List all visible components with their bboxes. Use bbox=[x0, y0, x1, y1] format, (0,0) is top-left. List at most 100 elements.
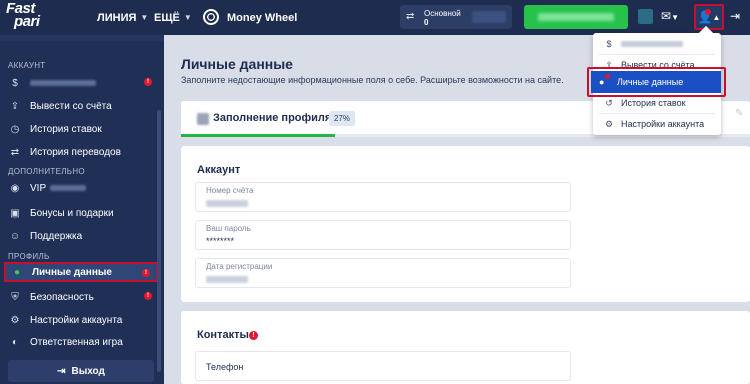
gear-icon: ⚙ bbox=[10, 314, 20, 326]
progress-title: Заполнение профиля bbox=[213, 112, 332, 124]
gift-icon: ▣ bbox=[10, 207, 20, 219]
deposit-button[interactable] bbox=[524, 5, 628, 29]
balance-value: 0 bbox=[424, 18, 429, 27]
chevron-up-icon: ▲ bbox=[712, 12, 721, 22]
account-number-field[interactable]: Номер счёта bbox=[195, 182, 571, 212]
nav-line[interactable]: ЛИНИЯ ▼ bbox=[97, 0, 148, 35]
sidebar-item-label: История переводов bbox=[30, 146, 121, 158]
logo[interactable]: Fast pari bbox=[6, 1, 68, 32]
balance-widget[interactable]: ⇄ Основной 0 bbox=[400, 5, 512, 29]
logout-icon[interactable]: ⇥ bbox=[730, 9, 740, 23]
dropdown-item-balance[interactable]: $ bbox=[599, 35, 717, 53]
sidebar-item-label: Бонусы и подарки bbox=[30, 207, 114, 219]
progress-fill bbox=[181, 134, 335, 137]
logo-line2: pari bbox=[14, 13, 40, 30]
password-field[interactable]: Ваш пароль ******** bbox=[195, 220, 571, 250]
sidebar-item-support[interactable]: ☺ Поддержка bbox=[8, 226, 158, 246]
sidebar: АККАУНТ $ ! ⇪ Вывести со счёта ◷ История… bbox=[0, 35, 164, 384]
chevron-down-icon: ▼ bbox=[671, 13, 679, 22]
money-wheel-label: Money Wheel bbox=[227, 11, 298, 24]
edit-icon[interactable]: ✎ bbox=[735, 108, 743, 119]
blurred-text bbox=[621, 41, 683, 47]
money-wheel-link[interactable]: Money Wheel bbox=[227, 0, 297, 35]
user-icon: ● bbox=[599, 74, 611, 87]
sidebar-top-strip bbox=[0, 35, 164, 41]
support-icon: ☺ bbox=[9, 230, 21, 242]
sidebar-item-bonuses[interactable]: ▣ Бонусы и подарки bbox=[8, 203, 158, 223]
profile-avatar-blurred bbox=[197, 113, 209, 125]
history-icon: ↺ bbox=[605, 97, 613, 108]
dropdown-item-label: История ставок bbox=[621, 98, 686, 108]
logout-button[interactable]: ⇥ Выход bbox=[8, 360, 154, 382]
mail-button[interactable]: ✉▼ bbox=[661, 9, 679, 23]
sidebar-item-bet-history[interactable]: ◷ История ставок bbox=[8, 119, 158, 139]
mail-icon: ✉ bbox=[661, 9, 672, 23]
sidebar-item-label: Безопасность bbox=[30, 291, 94, 303]
chevron-down-icon: ▼ bbox=[183, 13, 192, 22]
divider bbox=[599, 113, 715, 114]
sidebar-scrollbar[interactable] bbox=[157, 110, 161, 372]
sidebar-item-transfer-history[interactable]: ⇄ История переводов bbox=[8, 142, 158, 162]
refresh-icon[interactable]: ⇄ bbox=[406, 11, 414, 22]
nav-line-label: ЛИНИЯ bbox=[97, 11, 137, 24]
sidebar-item-responsible-gaming[interactable]: ◐ Ответственная игра bbox=[8, 332, 158, 352]
password-label: Ваш пароль bbox=[206, 224, 251, 233]
section-title-profile: ПРОФИЛЬ bbox=[8, 252, 50, 261]
section-title-account: АККАУНТ bbox=[8, 61, 46, 70]
blurred-cashback bbox=[50, 185, 87, 191]
user-icon: ● bbox=[13, 266, 21, 278]
page-subtitle: Заполните недостающие информационные пол… bbox=[181, 75, 564, 85]
notification-dot bbox=[605, 74, 610, 79]
phone-label: Телефон bbox=[206, 362, 244, 372]
sidebar-item-label: Настройки аккаунта bbox=[30, 314, 123, 326]
warning-icon: ! bbox=[144, 78, 152, 86]
sidebar-item-label: Поддержка bbox=[30, 230, 83, 242]
clock-icon: ◷ bbox=[10, 123, 20, 135]
vip-label: VIP bbox=[30, 182, 47, 194]
progress-percent-badge: 27% bbox=[329, 111, 355, 126]
nav-more[interactable]: ЕЩЁ ▼ bbox=[154, 0, 192, 35]
vip-icon: ◉ bbox=[10, 182, 20, 194]
section-title-extra: ДОПОЛНИТЕЛЬНО bbox=[8, 167, 85, 176]
dropdown-item-label: Настройки аккаунта bbox=[621, 119, 705, 129]
sidebar-item-label: Личные данные bbox=[32, 266, 112, 278]
user-menu-button[interactable]: 👤 ▲ bbox=[694, 4, 724, 30]
dropdown-item-account-settings[interactable]: ⚙ Настройки аккаунта bbox=[599, 115, 717, 133]
page-title: Личные данные bbox=[181, 56, 293, 72]
blurred-balance bbox=[30, 80, 96, 86]
chevron-down-icon: ▼ bbox=[140, 13, 149, 22]
notification-dot bbox=[705, 9, 711, 15]
registration-date-field[interactable]: Дата регистрации bbox=[195, 258, 571, 288]
password-value: ******** bbox=[206, 236, 235, 246]
dropdown-item-personal-data[interactable]: ● Личные данные bbox=[591, 71, 721, 93]
sidebar-item-label: История ставок bbox=[30, 123, 102, 135]
sidebar-item-vip[interactable]: ◉ VIP bbox=[8, 178, 158, 198]
account-card: Аккаунт Номер счёта Ваш пароль ******** … bbox=[181, 146, 750, 302]
divider bbox=[599, 54, 715, 55]
nav-more-label: ЕЩЁ bbox=[154, 11, 180, 24]
registration-date-label: Дата регистрации bbox=[206, 262, 273, 271]
sidebar-item-account-settings[interactable]: ⚙ Настройки аккаунта bbox=[8, 310, 158, 330]
shield-half-icon: ◐ bbox=[11, 336, 19, 348]
account-number-blurred bbox=[206, 200, 248, 207]
logout-icon: ⇥ bbox=[57, 365, 66, 377]
gift-icon[interactable] bbox=[638, 9, 653, 24]
sidebar-item-withdraw[interactable]: ⇪ Вывести со счёта bbox=[8, 96, 158, 116]
coin-icon: $ bbox=[606, 39, 612, 49]
deposit-label-blurred bbox=[538, 13, 614, 21]
sidebar-item-security[interactable]: ⛨ Безопасность ! bbox=[8, 287, 158, 307]
sidebar-item-label: Ответственная игра bbox=[30, 336, 123, 348]
sidebar-item-balance[interactable]: $ ! bbox=[8, 73, 158, 93]
account-title: Аккаунт bbox=[197, 164, 241, 176]
balance-label: Основной bbox=[424, 9, 461, 18]
transfer-icon: ⇄ bbox=[10, 146, 20, 158]
sidebar-item-label: Вывести со счёта bbox=[30, 100, 112, 112]
contacts-card: Контакты ! Телефон bbox=[181, 311, 750, 384]
upload-icon: ⇪ bbox=[10, 100, 20, 112]
warning-icon: ! bbox=[144, 292, 152, 300]
wheel-icon bbox=[203, 9, 219, 25]
phone-field[interactable]: Телефон bbox=[195, 351, 571, 381]
contacts-title: Контакты bbox=[197, 329, 249, 341]
sidebar-item-personal-data[interactable]: ● Личные данные ! bbox=[4, 262, 158, 282]
shield-icon: ⛨ bbox=[11, 291, 19, 303]
